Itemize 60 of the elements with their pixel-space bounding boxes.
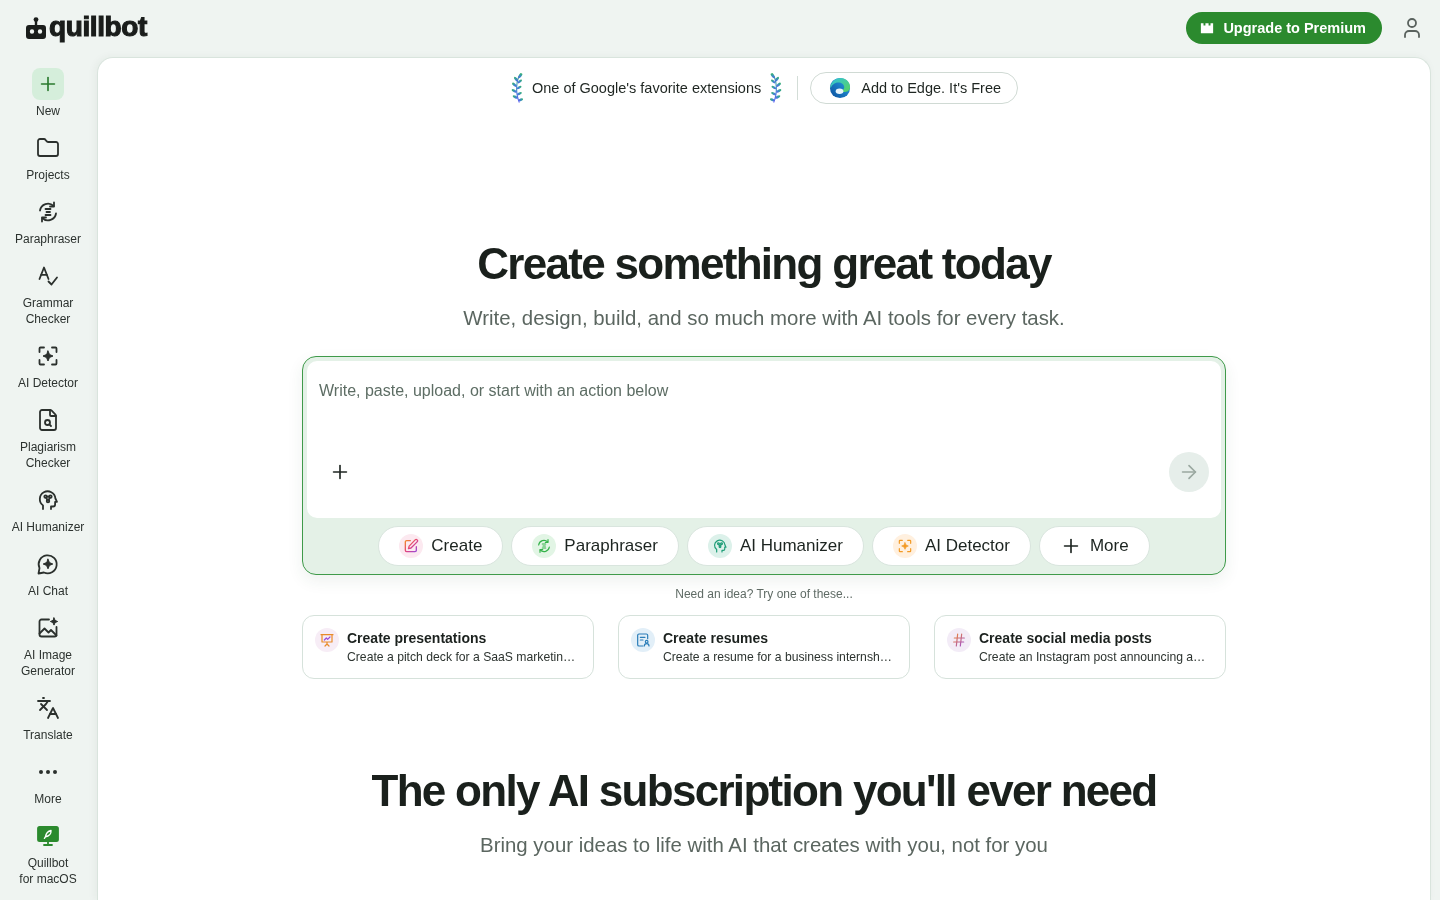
image-sparkle-icon xyxy=(36,616,60,640)
laurel-icon xyxy=(509,72,524,104)
laurel-icon xyxy=(769,72,784,104)
sidebar-item[interactable]: AI Detector xyxy=(3,336,93,400)
suggestion-title: Create resumes xyxy=(663,629,770,648)
hashtag-icon xyxy=(947,628,971,652)
more-icon xyxy=(39,770,57,774)
sidebar-item[interactable]: Quillbot for macOS xyxy=(3,816,93,896)
suggestion-title: Create presentations xyxy=(347,629,488,648)
sidebar-item[interactable]: More xyxy=(3,752,93,816)
slides-icon xyxy=(315,628,339,652)
action-chip[interactable]: More xyxy=(1038,526,1150,566)
prompt-box[interactable]: Write, paste, upload, or start with an action below xyxy=(307,361,1221,518)
suggestions-hint: Need an idea? Try one of these... xyxy=(675,586,853,602)
logo-wordmark: quillbot xyxy=(49,12,147,44)
monitor-icon xyxy=(36,824,60,848)
circular-arrows-icon xyxy=(36,200,60,224)
section-title: The only AI subscription you'll ever need xyxy=(371,765,1157,817)
sidebar-item[interactable]: AI Chat xyxy=(3,544,93,608)
action-chip[interactable]: AI Detector xyxy=(871,526,1031,566)
hero-title: Create something great today xyxy=(477,238,1051,290)
award-text: One of Google's favorite extensions xyxy=(531,80,762,96)
sidebar-item[interactable]: Projects xyxy=(3,128,93,192)
browser-logo-icon xyxy=(829,77,852,99)
suggestion-description: Create a resume for a business internsh… xyxy=(663,649,892,666)
install-button[interactable]: Add to Edge. It's Free xyxy=(810,72,1019,104)
spell-check-icon xyxy=(36,264,60,288)
suggestion-description: Create a pitch deck for a SaaS marketin… xyxy=(347,649,576,666)
suggestion-card[interactable]: Create resumes Create a resume for a business internsh… xyxy=(618,615,910,679)
sidebar-item[interactable]: Plagiarism Checker xyxy=(3,400,93,480)
action-chip[interactable]: AI Humanizer xyxy=(686,526,864,566)
sidebar-item[interactable]: AI Humanizer xyxy=(3,480,93,544)
section-subtitle: Bring your ideas to life with AI that creates with you, not for you xyxy=(480,833,1048,858)
suggestion-card[interactable]: Create social media posts Create an Instagram post announcing a… xyxy=(934,615,1226,679)
resume-icon xyxy=(631,628,655,652)
head-icon xyxy=(707,534,732,558)
action-chip[interactable]: Create xyxy=(378,526,504,566)
sparkle-scan-icon xyxy=(892,534,917,558)
action-chip[interactable]: Paraphraser xyxy=(511,526,679,566)
suggestion-title: Create social media posts xyxy=(979,629,1153,648)
prompt-field[interactable]: Write, paste, upload, or start with an action below xyxy=(307,361,1221,452)
sidebar-item[interactable]: New xyxy=(3,60,93,128)
plus-icon xyxy=(32,68,64,100)
translate-icon xyxy=(36,696,60,720)
sidebar-item[interactable]: Translate xyxy=(3,688,93,752)
robot-logo-icon xyxy=(25,17,47,39)
file-search-icon xyxy=(36,408,60,432)
circular-arrows-icon xyxy=(532,534,557,558)
folder-icon xyxy=(36,136,60,160)
crown-icon xyxy=(1200,21,1215,35)
sidebar-item[interactable]: AI Image Generator xyxy=(3,608,93,688)
sidebar-item[interactable]: Grammar Checker xyxy=(3,256,93,336)
suggestion-card[interactable]: Create presentations Create a pitch deck for a SaaS marketin… xyxy=(302,615,594,679)
sparkle-scan-icon xyxy=(36,344,60,368)
suggestion-description: Create an Instagram post announcing a… xyxy=(979,649,1206,666)
head-icon xyxy=(36,488,60,512)
upgrade-button[interactable]: Upgrade to Premium xyxy=(1186,12,1382,44)
sidebar-item[interactable]: Paraphraser xyxy=(3,192,93,256)
hero-subtitle: Write, design, build, and so much more with AI tools for every task. xyxy=(463,306,1065,331)
chat-sparkle-icon xyxy=(36,552,60,576)
